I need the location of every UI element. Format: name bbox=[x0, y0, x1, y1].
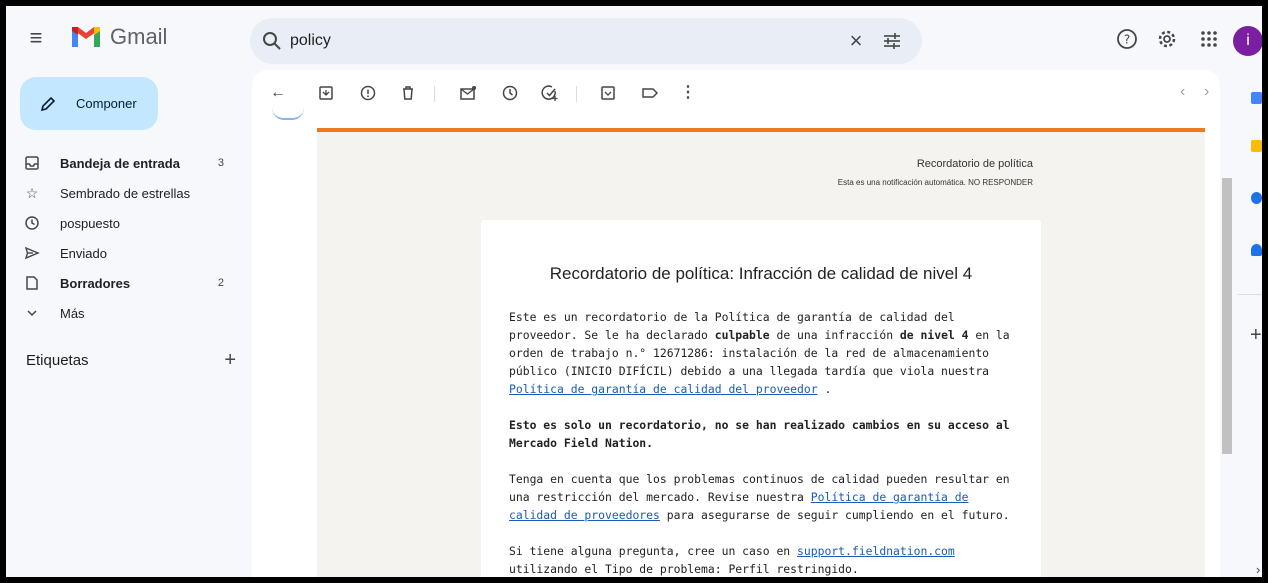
snooze-clock-icon[interactable] bbox=[500, 83, 520, 103]
email-view: ← ⋮ ‹ › Recordatorio de política Esta es… bbox=[252, 70, 1220, 577]
compose-label: Componer bbox=[76, 96, 137, 111]
policy-link[interactable]: Política de garantía de calidad del prov… bbox=[509, 382, 818, 396]
sidebar-item-more[interactable]: Más bbox=[6, 298, 238, 328]
chevron-left-icon[interactable]: ‹ bbox=[1180, 83, 1185, 101]
chevron-right-icon[interactable]: › bbox=[1256, 562, 1260, 577]
tasks-icon[interactable] bbox=[1251, 192, 1262, 204]
side-panel-divider bbox=[1238, 294, 1262, 295]
text: para asegurarse de seguir cumpliendo en … bbox=[659, 508, 1010, 522]
paragraph-2: Esto es solo un recordatorio, no se han … bbox=[509, 416, 1013, 452]
text: . bbox=[817, 382, 832, 396]
sidebar-nav: Bandeja de entrada 3 ☆ Sembrado de estre… bbox=[6, 148, 238, 328]
compose-button[interactable]: Componer bbox=[20, 77, 158, 130]
message-card: Recordatorio de política: Infracción de … bbox=[481, 220, 1041, 577]
sidebar-item-label: Bandeja de entrada bbox=[60, 155, 180, 171]
archive-icon[interactable] bbox=[316, 83, 336, 103]
email-body: Recordatorio de política Esta es una not… bbox=[317, 128, 1205, 577]
unread-count: 3 bbox=[217, 157, 224, 169]
inbox-icon bbox=[25, 156, 39, 170]
back-arrow-icon[interactable]: ← bbox=[268, 83, 288, 103]
help-icon[interactable]: ? bbox=[1116, 28, 1138, 50]
bold-text: culpable bbox=[714, 328, 770, 342]
paragraph-1: Este es un recordatorio de la Política d… bbox=[509, 308, 1013, 398]
contacts-icon[interactable] bbox=[1251, 244, 1262, 256]
sidebar-item-label: Sembrado de estrellas bbox=[60, 185, 191, 201]
scrollbar[interactable] bbox=[1222, 178, 1232, 454]
email-header-title: Recordatorio de política bbox=[916, 158, 1033, 170]
toolbar-divider bbox=[434, 86, 435, 102]
gmail-window: ≡ Gmail × bbox=[6, 6, 1262, 577]
gmail-logo[interactable]: Gmail bbox=[70, 24, 167, 50]
sidebar-item-starred[interactable]: ☆ Sembrado de estrellas bbox=[6, 178, 238, 208]
sidebar-item-label: Enviado bbox=[60, 245, 107, 261]
text: utilizando el Tipo de problema: Perfil r… bbox=[509, 562, 859, 576]
clock-icon bbox=[25, 216, 39, 230]
sender-avatar bbox=[272, 108, 304, 120]
tune-icon[interactable] bbox=[882, 31, 902, 51]
gmail-m-icon bbox=[72, 27, 100, 47]
sidebar-item-drafts[interactable]: Borradores 2 bbox=[6, 268, 238, 298]
message-text: Este es un recordatorio de la Política d… bbox=[509, 308, 1013, 577]
sidebar-item-sent[interactable]: Enviado bbox=[6, 238, 238, 268]
bold-text: Esto es solo un recordatorio, no se han … bbox=[509, 418, 1010, 450]
text: Si tiene alguna pregunta, cree un caso e… bbox=[509, 544, 798, 558]
email-header-subtitle: Esta es una notificación automática. NO … bbox=[837, 178, 1033, 187]
avatar[interactable]: i bbox=[1233, 26, 1262, 56]
chevron-down-icon bbox=[27, 310, 37, 317]
toolbar-divider bbox=[576, 86, 577, 102]
draft-icon bbox=[26, 276, 38, 290]
calendar-icon[interactable] bbox=[1251, 92, 1262, 104]
draft-count: 2 bbox=[217, 277, 224, 289]
add-addon-icon[interactable]: + bbox=[1250, 324, 1262, 347]
label-icon[interactable] bbox=[640, 83, 660, 103]
keep-icon[interactable] bbox=[1251, 140, 1262, 152]
accent-bar bbox=[317, 128, 1205, 132]
sidebar-item-snoozed[interactable]: pospuesto bbox=[6, 208, 238, 238]
support-link[interactable]: support.fieldnation.com bbox=[797, 544, 955, 558]
paragraph-4: Si tiene alguna pregunta, cree un caso e… bbox=[509, 542, 1013, 577]
sidebar-item-label: Borradores bbox=[60, 275, 131, 291]
sidebar-item-label: pospuesto bbox=[60, 215, 120, 231]
search-bar[interactable]: × bbox=[250, 18, 922, 64]
star-icon: ☆ bbox=[25, 185, 39, 201]
report-spam-icon[interactable] bbox=[358, 83, 378, 103]
svg-text:?: ? bbox=[1124, 33, 1130, 47]
labels-header: Etiquetas + bbox=[26, 349, 236, 372]
mark-unread-icon[interactable] bbox=[458, 83, 478, 103]
plus-icon[interactable]: + bbox=[224, 349, 236, 372]
move-to-icon[interactable] bbox=[598, 83, 618, 103]
search-input[interactable] bbox=[290, 18, 790, 64]
top-bar: ≡ Gmail × bbox=[6, 6, 1262, 70]
bold-text: de nivel 4 bbox=[899, 328, 969, 342]
search-icon[interactable] bbox=[262, 31, 282, 51]
labels-title: Etiquetas bbox=[26, 352, 89, 369]
message-title: Recordatorio de política: Infracción de … bbox=[549, 264, 973, 283]
email-toolbar: ← ⋮ ‹ › bbox=[252, 70, 1220, 118]
text: de una infracción bbox=[769, 328, 900, 342]
apps-grid-icon[interactable] bbox=[1198, 28, 1220, 50]
paragraph-3: Tenga en cuenta que los problemas contin… bbox=[509, 470, 1013, 524]
pencil-icon bbox=[40, 96, 56, 111]
more-vert-icon[interactable]: ⋮ bbox=[678, 83, 698, 103]
close-icon[interactable]: × bbox=[844, 29, 868, 53]
trash-icon[interactable] bbox=[398, 83, 418, 103]
menu-icon[interactable]: ≡ bbox=[24, 26, 48, 50]
add-task-icon[interactable] bbox=[540, 83, 560, 103]
app-name: Gmail bbox=[110, 24, 168, 49]
gear-icon[interactable] bbox=[1156, 28, 1178, 50]
send-icon bbox=[24, 246, 40, 260]
sidebar-item-inbox[interactable]: Bandeja de entrada 3 bbox=[6, 148, 238, 178]
sidebar-item-label: Más bbox=[60, 305, 85, 321]
chevron-right-icon[interactable]: › bbox=[1204, 83, 1209, 101]
